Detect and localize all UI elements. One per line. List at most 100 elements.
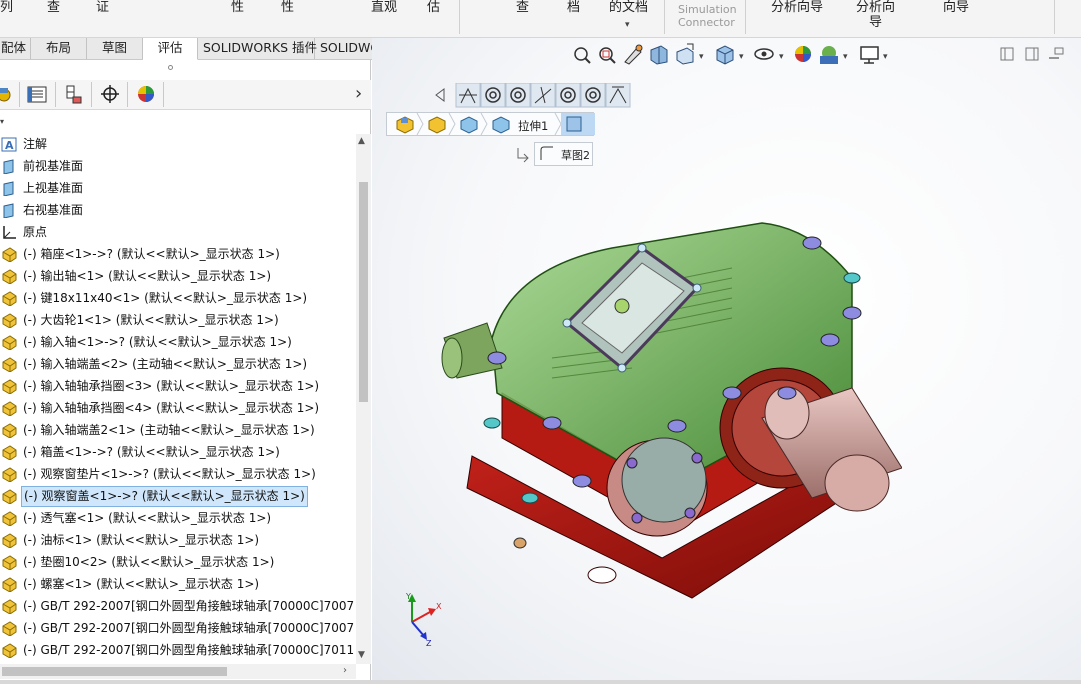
part-icon	[1, 445, 18, 461]
restore-viewport-icon	[1000, 47, 1014, 61]
tree-item-label: (-) GB/T 292-2007[钢口外圆型角接触球轴承[70000C]700…	[23, 621, 356, 635]
ribbon-cmd-6[interactable]: 直观	[371, 0, 397, 15]
input-shaft-end	[441, 337, 463, 379]
subassembly-crumb-icon	[428, 116, 446, 134]
tree-item-label: (-) 输入轴轴承挡圈<3> (默认<<默认>_显示状态 1>)	[23, 379, 320, 393]
breather-plug	[614, 298, 630, 314]
part-icon	[1, 335, 18, 351]
simulation-connector-line2[interactable]: Connector	[678, 16, 735, 29]
crosshair-icon	[101, 85, 119, 103]
part-icon	[1, 489, 18, 505]
filter-chevron-icon[interactable]: ▾	[0, 117, 4, 126]
hide-show-items-icon	[754, 48, 774, 60]
panel-icon-bar: ›	[0, 80, 371, 110]
plane-icon	[1, 203, 18, 219]
split-viewport-icon	[1025, 47, 1039, 61]
tree-item-label: (-) 观察窗垫片<1>->? (默认<<默认>_显示状态 1>)	[23, 467, 316, 481]
display-manager-tab[interactable]	[128, 82, 164, 107]
dropdown-arrow-icon: ▾	[883, 52, 888, 62]
tab-evaluate[interactable]: 评估	[143, 38, 198, 60]
tree-item-label: (-) 输入轴端盖2<1> (主动轴<<默认>_显示状态 1>)	[23, 423, 315, 437]
ribbon-cmd-8[interactable]: 查	[516, 0, 529, 15]
assembly-crumb-icon	[396, 116, 414, 134]
tab-sketch[interactable]: 草图	[87, 38, 143, 59]
tree-item-label: (-) 输入轴端盖<2> (主动轴<<默认>_显示状态 1>)	[23, 357, 308, 371]
ribbon-cmd-4[interactable]: 性	[231, 0, 244, 15]
bottom-model-tabs[interactable]	[0, 680, 1081, 684]
scroll-right-icon[interactable]: ›	[343, 665, 347, 676]
tree-item-label: (-) 输入轴轴承挡圈<4> (默认<<默认>_显示状态 1>)	[23, 401, 320, 415]
ribbon-cmd-10[interactable]: 的文档	[609, 0, 648, 15]
feature-manager-tab[interactable]	[0, 82, 20, 107]
svg-text:Z: Z	[426, 639, 432, 648]
breadcrumb	[386, 112, 595, 136]
tree-item-label: (-) 输出轴<1> (默认<<默认>_显示状态 1>)	[23, 269, 272, 283]
ribbon-cmd-5[interactable]: 性	[281, 0, 294, 15]
ribbon-analysis-wizard-2-line1[interactable]: 分析向	[856, 0, 895, 15]
part-icon	[1, 511, 18, 527]
simulation-connector-line1[interactable]: Simulation	[678, 3, 737, 16]
ribbon-cmd-7[interactable]: 估	[427, 0, 440, 15]
scroll-up-icon[interactable]: ▲	[358, 136, 365, 146]
part-icon	[1, 467, 18, 483]
tree-vertical-scrollbar[interactable]: ▲ ▼	[356, 134, 371, 664]
plane-icon	[1, 181, 18, 197]
ribbon-cmd-9[interactable]: 档	[567, 0, 580, 15]
dimxpert-manager-tab[interactable]	[92, 82, 128, 107]
ribbon-analysis-wizard-2-line2[interactable]: 导	[869, 15, 882, 30]
tab-assembly[interactable]: 配体	[0, 38, 31, 59]
concentric-icon	[480, 83, 506, 108]
tree-item-label: (-) GB/T 292-2007[钢口外圆型角接触球轴承[70000C]701…	[23, 643, 356, 657]
dropdown-arrow-icon[interactable]: ▾	[625, 20, 630, 30]
graphics-area[interactable]: ▾ ▾ ▾ ▾ ▾ 拉伸1 草图2 Y X Z	[372, 38, 1081, 680]
origin-icon	[1, 225, 18, 240]
zoom-area-icon	[599, 47, 616, 64]
scroll-down-icon[interactable]: ▼	[358, 650, 365, 660]
feature-tree-icon	[0, 88, 11, 102]
ribbon-cmd-1[interactable]: 列	[0, 0, 13, 15]
ribbon-wizard-3[interactable]: 向导	[943, 0, 969, 15]
dropdown-arrow-icon: ▾	[739, 52, 744, 62]
part-icon	[1, 533, 18, 549]
view-settings-icon	[860, 46, 879, 64]
part-icon	[1, 401, 18, 417]
breadcrumb-sketch[interactable]: 草图2	[561, 147, 590, 163]
minimize-viewport-icon	[1049, 47, 1064, 59]
command-ribbon: 列 查 证 性 性 直观 估 查 档 的文档 ▾ Simulation Conn…	[0, 0, 1081, 38]
drain-plug	[513, 537, 527, 549]
part-icon	[1, 577, 18, 593]
configuration-manager-tab[interactable]	[56, 82, 92, 107]
panel-grip-icon[interactable]	[168, 65, 173, 70]
feature-manager-panel: › ▾ A 注解 前视基准面 上视基准面 右视基准面 原点 (-) 箱座<1>->? (默认…	[0, 60, 371, 684]
z-axis	[411, 621, 425, 637]
ribbon-cmd-2[interactable]: 查	[47, 0, 60, 15]
sketch-icon	[540, 146, 553, 160]
ribbon-cmd-3[interactable]: 证	[96, 0, 109, 15]
tree-item-label: (-) 垫圈10<2> (默认<<默认>_显示状态 1>)	[23, 555, 275, 569]
tree-horizontal-scrollbar[interactable]: ›	[0, 664, 356, 679]
tab-layout[interactable]: 布局	[31, 38, 87, 59]
tree-item-label: 注解	[23, 137, 48, 151]
feature-crumb-icon	[492, 116, 510, 134]
gearbox-model[interactable]	[432, 188, 902, 628]
breadcrumb-feature[interactable]: 拉伸1	[518, 118, 548, 134]
panel-expand-arrow-icon[interactable]: ›	[355, 83, 362, 104]
configuration-icon	[66, 85, 82, 104]
tree-horizontal-thumb[interactable]	[2, 667, 227, 676]
ribbon-analysis-wizard[interactable]: 分析向导	[771, 0, 823, 15]
tab-solidworks-addins[interactable]: SOLIDWORKS 插件	[198, 38, 317, 59]
section-view-icon	[650, 45, 668, 65]
ring-tool-icon	[580, 83, 606, 108]
svg-text:X: X	[436, 602, 442, 611]
part-icon	[1, 555, 18, 571]
svg-text:A: A	[5, 139, 14, 152]
part-icon	[1, 643, 18, 659]
property-manager-tab[interactable]	[20, 82, 56, 107]
tree-vertical-thumb[interactable]	[359, 182, 368, 402]
coaxial-icon	[505, 83, 531, 108]
tree-item-label: 前视基准面	[23, 159, 84, 173]
part-icon	[1, 313, 18, 329]
tree-item-label: (-) 螺塞<1> (默认<<默认>_显示状态 1>)	[23, 577, 260, 591]
part-icon	[1, 621, 18, 637]
part-crumb-icon	[460, 116, 478, 134]
